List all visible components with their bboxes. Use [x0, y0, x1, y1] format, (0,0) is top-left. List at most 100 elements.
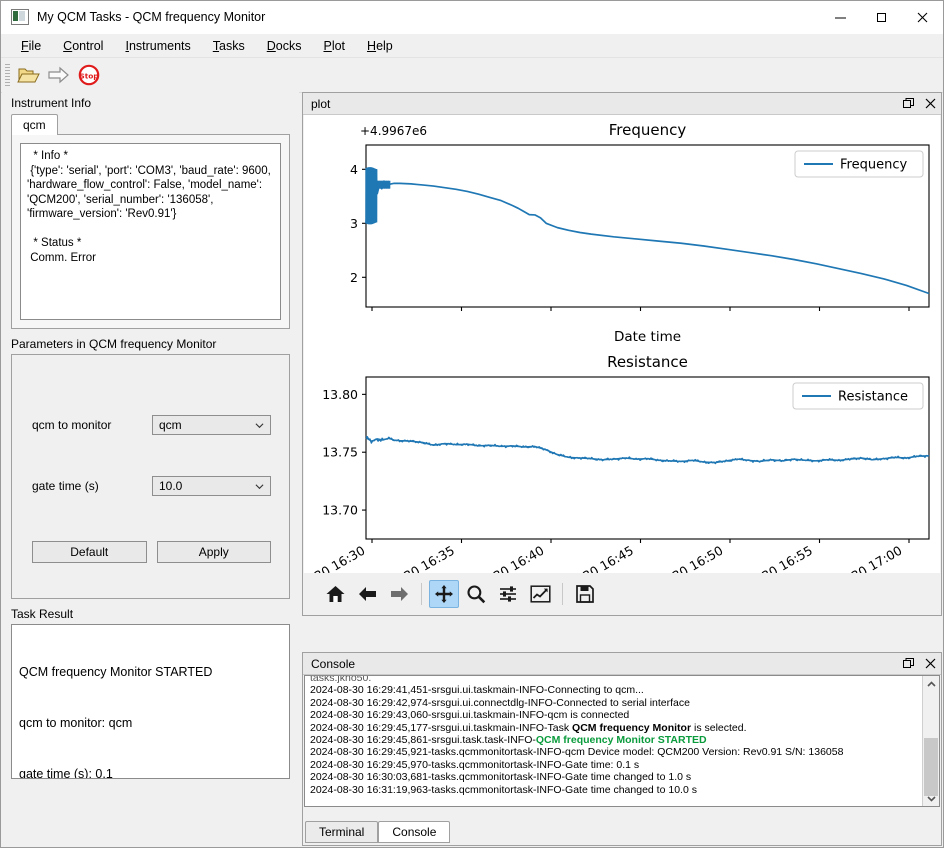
- svg-text:+4.9967e6: +4.9967e6: [360, 124, 427, 138]
- title-bar: My QCM Tasks - QCM frequency Monitor: [1, 1, 943, 34]
- scroll-down-icon[interactable]: [923, 790, 939, 806]
- svg-text:30 16:45: 30 16:45: [580, 543, 636, 573]
- console-line: 2024-08-30 16:30:03,681-tasks.qcmmonitor…: [310, 771, 692, 784]
- param-row-qcm-to-monitor: qcm to monitor qcm: [32, 415, 271, 435]
- console-scrollbar[interactable]: [922, 676, 939, 806]
- svg-text:4: 4: [350, 162, 358, 177]
- svg-text:30 16:30: 30 16:30: [312, 543, 368, 573]
- menu-help[interactable]: Help: [356, 37, 404, 55]
- home-icon[interactable]: [320, 580, 350, 608]
- parameters-label: Parameters in QCM frequency Monitor: [11, 337, 217, 351]
- plot-dock-title: plot: [311, 96, 331, 111]
- tab-qcm[interactable]: qcm: [11, 114, 58, 135]
- float-dock-icon[interactable]: [897, 93, 919, 114]
- console-line: 2024-08-30 16:29:45,177-srsgui.ui.taskma…: [310, 721, 747, 734]
- plot-dock-header: plot: [303, 93, 941, 115]
- window-buttons: [820, 1, 943, 33]
- console-line: 2024-08-30 16:31:19,963-tasks.qcmmonitor…: [310, 783, 697, 796]
- close-icon[interactable]: [919, 653, 941, 674]
- svg-text:30 17:00: 30 17:00: [849, 543, 905, 573]
- app-icon: [11, 9, 29, 25]
- gate-time-value: 10.0: [159, 479, 183, 493]
- toolbar-separator: [421, 583, 422, 605]
- zoom-magnifier-icon[interactable]: [461, 580, 491, 608]
- qcm-to-monitor-value: qcm: [159, 418, 182, 432]
- svg-text:3: 3: [350, 216, 358, 231]
- close-icon[interactable]: [919, 93, 941, 114]
- left-pane: Instrument Info qcm * Info * {'type': 's…: [2, 92, 299, 846]
- parameters-panel: qcm to monitor qcm gate time (s) 10.0 De…: [11, 354, 290, 599]
- param-label-gate-time: gate time (s): [32, 479, 99, 493]
- menu-plot[interactable]: Plot: [312, 37, 356, 55]
- menu-control[interactable]: Control: [52, 37, 114, 55]
- tab-terminal[interactable]: Terminal: [305, 821, 379, 843]
- menu-instruments[interactable]: Instruments: [114, 37, 201, 55]
- default-button[interactable]: Default: [32, 541, 147, 563]
- console-line: 2024-08-30 16:29:45,921-tasks.qcmmonitor…: [310, 746, 844, 759]
- console-dock: Console tasks.jkno50. 2024-08-30 16:29:41…: [302, 652, 942, 846]
- svg-text:Resistance: Resistance: [838, 390, 908, 405]
- console-partial-line: tasks.jkno50.: [310, 675, 372, 684]
- stop-sign-icon[interactable]: Stop: [74, 61, 104, 89]
- param-row-gate-time: gate time (s) 10.0: [32, 476, 271, 496]
- main-toolbar: Stop: [1, 58, 943, 93]
- minimize-button[interactable]: [820, 1, 861, 33]
- toolbar-separator: [562, 583, 563, 605]
- svg-text:30 16:40: 30 16:40: [491, 543, 547, 573]
- console-output[interactable]: tasks.jkno50. 2024-08-30 16:29:41,451-srs…: [304, 675, 940, 807]
- application-window: My QCM Tasks - QCM frequency Monitor Fil…: [0, 0, 944, 848]
- svg-text:2: 2: [350, 270, 358, 285]
- console-line: 2024-08-30 16:29:45,970-tasks.qcmmonitor…: [310, 758, 640, 771]
- main-area: Instrument Info qcm * Info * {'type': 's…: [2, 92, 942, 846]
- figure-svg: Frequency +4.9967e6 2 3 4 Date time Frequency R…: [312, 121, 930, 573]
- gate-time-select[interactable]: 10.0: [152, 476, 271, 496]
- close-button[interactable]: [902, 1, 943, 33]
- console-line: 2024-08-30 16:29:45,861-srsgui.task.task…: [310, 734, 707, 747]
- scrollbar-thumb[interactable]: [924, 738, 938, 796]
- task-result-text: QCM frequency Monitor STARTED qcm to mon…: [11, 624, 290, 779]
- console-dock-title: Console: [311, 656, 356, 671]
- matplotlib-toolbar: [304, 574, 940, 614]
- instrument-info-text: * Info * {'type': 'serial', 'port': 'COM…: [20, 143, 281, 320]
- forward-arrow-icon[interactable]: [384, 580, 414, 608]
- menu-tasks[interactable]: Tasks: [202, 37, 256, 55]
- task-result-line: QCM frequency Monitor STARTED: [19, 665, 213, 679]
- maximize-button[interactable]: [861, 1, 902, 33]
- svg-text:30 16:50: 30 16:50: [670, 543, 726, 573]
- task-result-line: gate time (s): 0.1: [19, 767, 113, 779]
- back-arrow-icon[interactable]: [352, 580, 382, 608]
- svg-text:13.75: 13.75: [322, 445, 358, 460]
- task-result-line: qcm to monitor: qcm: [19, 716, 133, 730]
- pan-icon[interactable]: [429, 580, 459, 608]
- float-dock-icon[interactable]: [897, 653, 919, 674]
- svg-text:Frequency: Frequency: [609, 121, 687, 139]
- svg-text:30 16:55: 30 16:55: [759, 543, 815, 573]
- menu-bar: File Control Instruments Tasks Docks Plo…: [1, 34, 943, 58]
- run-arrow-icon[interactable]: [44, 61, 74, 89]
- parameter-buttons: Default Apply: [32, 541, 271, 563]
- svg-text:Frequency: Frequency: [840, 158, 907, 173]
- matplotlib-canvas[interactable]: Frequency +4.9967e6 2 3 4 Date time Frequency R…: [304, 115, 940, 573]
- apply-button[interactable]: Apply: [156, 541, 271, 563]
- console-dock-header: Console: [303, 653, 941, 675]
- scroll-up-icon[interactable]: [923, 676, 939, 692]
- toolbar-grip[interactable]: [5, 64, 10, 86]
- tab-console[interactable]: Console: [378, 821, 451, 843]
- menu-docks[interactable]: Docks: [256, 37, 313, 55]
- subplot-config-icon[interactable]: [493, 580, 523, 608]
- svg-text:13.80: 13.80: [322, 387, 358, 402]
- folder-open-icon[interactable]: [14, 61, 44, 89]
- plot-dock: plot Frequency +4.9967e6 2 3 4 Date time Frequ…: [302, 92, 942, 616]
- qcm-to-monitor-select[interactable]: qcm: [152, 415, 271, 435]
- save-floppy-icon[interactable]: [570, 580, 600, 608]
- menu-file[interactable]: File: [10, 37, 52, 55]
- task-result-label: Task Result: [11, 607, 74, 621]
- instrument-tab-bar: qcm: [2, 113, 299, 135]
- console-lines: tasks.jkno50. 2024-08-30 16:29:41,451-srs…: [310, 675, 921, 796]
- svg-text:30 16:35: 30 16:35: [401, 543, 457, 573]
- svg-text:Stop: Stop: [79, 71, 98, 80]
- console-line: 2024-08-30 16:29:42,974-srsgui.ui.connec…: [310, 696, 690, 709]
- edit-curve-icon[interactable]: [525, 580, 555, 608]
- instrument-tab-panel: * Info * {'type': 'serial', 'port': 'COM…: [11, 134, 290, 329]
- chevron-down-icon: [255, 483, 264, 489]
